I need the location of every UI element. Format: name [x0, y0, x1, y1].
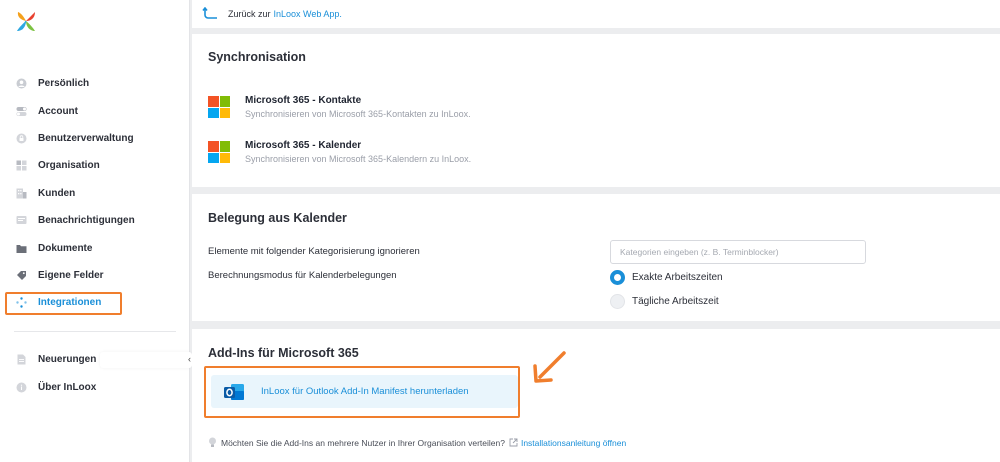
sidebar-item-eigene-felder[interactable]: Eigene Felder — [0, 262, 190, 289]
sync-item-subtitle: Synchronisieren von Microsoft 365-Kontak… — [245, 109, 471, 119]
sync-item-kontakte[interactable]: Microsoft 365 - Kontakte Synchronisieren… — [208, 95, 471, 119]
radio-label: Tägliche Arbeitszeit — [632, 296, 719, 307]
highlight-box-download: InLoox für Outlook Add-In Manifest herun… — [204, 366, 520, 418]
building-icon — [16, 188, 27, 199]
info-icon — [16, 382, 27, 393]
radio-taegliche-arbeitszeit[interactable]: Tägliche Arbeitszeit — [610, 294, 719, 309]
toggle-icon — [16, 106, 27, 117]
sidebar-item-label: Organisation — [38, 160, 100, 172]
folder-icon — [16, 243, 27, 254]
sync-item-title: Microsoft 365 - Kontakte — [245, 95, 362, 106]
sidebar-item-account[interactable]: Account — [0, 97, 190, 124]
sync-item-kalender[interactable]: Microsoft 365 - Kalender Synchronisieren… — [208, 140, 471, 164]
calendar-title: Belegung aus Kalender — [208, 211, 347, 225]
sidebar: Persönlich Account Benutzerverwaltung Or… — [0, 0, 192, 462]
lock-icon — [16, 133, 27, 144]
document-icon — [16, 354, 27, 365]
sidebar-item-kunden[interactable]: Kunden — [0, 180, 190, 207]
sidebar-item-label: Persönlich — [38, 78, 90, 90]
ignore-categories-label: Elemente mit folgender Kategorisierung i… — [208, 246, 420, 257]
hint-text: Möchten Sie die Add-Ins an mehrere Nutze… — [221, 437, 505, 448]
back-arrow-icon[interactable] — [202, 7, 218, 21]
microsoft-logo-icon — [208, 141, 230, 163]
sync-item-subtitle: Synchronisieren von Microsoft 365-Kalend… — [245, 154, 472, 164]
sidebar-item-benachrichtigungen[interactable]: Benachrichtigungen — [0, 207, 190, 234]
back-bar: Zurück zur InLoox Web App. — [192, 0, 1000, 28]
sidebar-nav: Persönlich Account Benutzerverwaltung Or… — [0, 70, 190, 317]
sidebar-item-label: Account — [38, 105, 78, 117]
sidebar-item-label: Eigene Felder — [38, 269, 104, 281]
sidebar-item-label: Kunden — [38, 187, 76, 199]
install-guide-link[interactable]: Installationsanleitung öffnen — [521, 438, 626, 448]
sidebar-item-label: Integrationen — [38, 297, 102, 309]
sidebar-item-label: Neuerungen — [38, 354, 97, 366]
radio-dot-checked — [610, 270, 625, 285]
sidebar-item-label: Über InLoox — [38, 381, 97, 393]
outlook-icon — [224, 383, 244, 400]
download-manifest-button[interactable]: InLoox für Outlook Add-In Manifest herun… — [211, 375, 518, 408]
tag-icon — [16, 270, 27, 281]
back-link[interactable]: InLoox Web App. — [274, 9, 342, 19]
sync-card: Synchronisation Microsoft 365 - Kontakte… — [192, 34, 1000, 187]
radio-exakte-arbeitszeiten[interactable]: Exakte Arbeitszeiten — [610, 270, 723, 285]
sidebar-item-ueber-inloox[interactable]: Über InLoox — [0, 373, 190, 400]
annotation-arrow-icon — [533, 351, 566, 383]
radio-dot-unchecked — [610, 294, 625, 309]
integrations-icon — [16, 297, 27, 309]
microsoft-logo-icon — [208, 96, 230, 118]
sidebar-item-benutzerverwaltung[interactable]: Benutzerverwaltung — [0, 125, 190, 152]
sidebar-item-dokumente[interactable]: Dokumente — [0, 234, 190, 261]
sidebar-secondary-nav: Neuerungen Über InLoox — [0, 346, 190, 401]
sidebar-item-label: Benachrichtigungen — [38, 215, 135, 227]
external-link-icon — [509, 438, 518, 447]
sidebar-item-persoenlich[interactable]: Persönlich — [0, 70, 190, 97]
sidebar-item-label: Benutzerverwaltung — [38, 132, 134, 144]
person-icon — [16, 78, 27, 89]
lightbulb-icon — [209, 437, 216, 447]
sidebar-item-organisation[interactable]: Organisation — [0, 152, 190, 179]
message-icon — [16, 215, 27, 226]
sidebar-item-label: Dokumente — [38, 242, 93, 254]
addins-title: Add-Ins für Microsoft 365 — [208, 346, 359, 360]
sync-title: Synchronisation — [208, 50, 306, 64]
main-content: Zurück zur InLoox Web App. Synchronisati… — [190, 0, 1000, 462]
back-prefix: Zurück zur — [228, 9, 271, 19]
sidebar-item-neuerungen[interactable]: Neuerungen — [0, 346, 190, 373]
addins-card: Add-Ins für Microsoft 365 InLoox für Out… — [192, 329, 1000, 462]
calendar-card: Belegung aus Kalender Elemente mit folge… — [192, 194, 1000, 321]
radio-label: Exakte Arbeitszeiten — [632, 272, 723, 283]
download-manifest-label: InLoox für Outlook Add-In Manifest herun… — [261, 386, 469, 397]
inloox-logo-icon[interactable] — [14, 9, 38, 33]
categories-input[interactable] — [610, 240, 866, 264]
sync-item-title: Microsoft 365 - Kalender — [245, 140, 362, 151]
sidebar-divider — [14, 331, 176, 332]
addins-hint: Möchten Sie die Add-Ins an mehrere Nutze… — [208, 437, 626, 448]
calc-mode-label: Berechnungsmodus für Kalenderbelegungen — [208, 270, 397, 281]
sidebar-item-integrationen[interactable]: Integrationen — [0, 289, 190, 316]
grid-icon — [16, 160, 27, 171]
